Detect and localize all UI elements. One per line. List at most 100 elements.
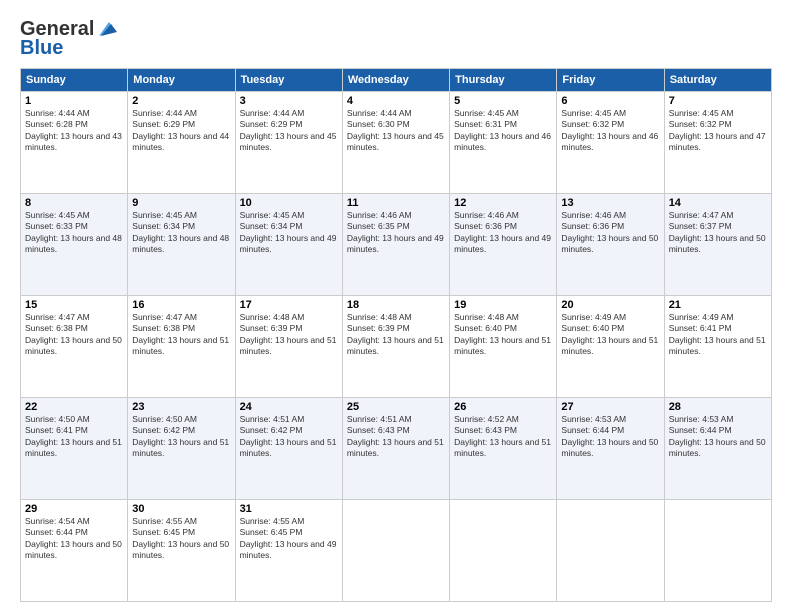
day-info: Sunrise: 4:51 AM Sunset: 6:43 PM Dayligh… bbox=[347, 414, 445, 460]
day-cell: 13 Sunrise: 4:46 AM Sunset: 6:36 PM Dayl… bbox=[557, 194, 664, 296]
day-number: 27 bbox=[561, 401, 659, 413]
day-info: Sunrise: 4:50 AM Sunset: 6:42 PM Dayligh… bbox=[132, 414, 230, 460]
day-info: Sunrise: 4:55 AM Sunset: 6:45 PM Dayligh… bbox=[240, 516, 338, 562]
day-number: 9 bbox=[132, 197, 230, 209]
day-info: Sunrise: 4:48 AM Sunset: 6:39 PM Dayligh… bbox=[347, 312, 445, 358]
day-info: Sunrise: 4:53 AM Sunset: 6:44 PM Dayligh… bbox=[669, 414, 767, 460]
day-number: 23 bbox=[132, 401, 230, 413]
day-cell: 31 Sunrise: 4:55 AM Sunset: 6:45 PM Dayl… bbox=[235, 500, 342, 602]
day-cell: 24 Sunrise: 4:51 AM Sunset: 6:42 PM Dayl… bbox=[235, 398, 342, 500]
day-number: 20 bbox=[561, 299, 659, 311]
day-cell: 27 Sunrise: 4:53 AM Sunset: 6:44 PM Dayl… bbox=[557, 398, 664, 500]
col-header-friday: Friday bbox=[557, 69, 664, 92]
logo-arrow-icon bbox=[95, 20, 117, 38]
day-number: 31 bbox=[240, 503, 338, 515]
day-cell bbox=[557, 500, 664, 602]
day-info: Sunrise: 4:46 AM Sunset: 6:36 PM Dayligh… bbox=[561, 210, 659, 256]
day-cell: 3 Sunrise: 4:44 AM Sunset: 6:29 PM Dayli… bbox=[235, 92, 342, 194]
day-cell: 6 Sunrise: 4:45 AM Sunset: 6:32 PM Dayli… bbox=[557, 92, 664, 194]
week-row-4: 22 Sunrise: 4:50 AM Sunset: 6:41 PM Dayl… bbox=[21, 398, 772, 500]
day-number: 12 bbox=[454, 197, 552, 209]
day-info: Sunrise: 4:49 AM Sunset: 6:40 PM Dayligh… bbox=[561, 312, 659, 358]
col-header-tuesday: Tuesday bbox=[235, 69, 342, 92]
day-number: 22 bbox=[25, 401, 123, 413]
day-info: Sunrise: 4:44 AM Sunset: 6:28 PM Dayligh… bbox=[25, 108, 123, 154]
day-info: Sunrise: 4:45 AM Sunset: 6:31 PM Dayligh… bbox=[454, 108, 552, 154]
day-info: Sunrise: 4:45 AM Sunset: 6:32 PM Dayligh… bbox=[669, 108, 767, 154]
calendar: SundayMondayTuesdayWednesdayThursdayFrid… bbox=[20, 68, 772, 602]
day-info: Sunrise: 4:49 AM Sunset: 6:41 PM Dayligh… bbox=[669, 312, 767, 358]
day-number: 11 bbox=[347, 197, 445, 209]
day-cell bbox=[664, 500, 771, 602]
day-cell: 26 Sunrise: 4:52 AM Sunset: 6:43 PM Dayl… bbox=[450, 398, 557, 500]
col-header-saturday: Saturday bbox=[664, 69, 771, 92]
day-cell: 14 Sunrise: 4:47 AM Sunset: 6:37 PM Dayl… bbox=[664, 194, 771, 296]
day-info: Sunrise: 4:50 AM Sunset: 6:41 PM Dayligh… bbox=[25, 414, 123, 460]
day-number: 28 bbox=[669, 401, 767, 413]
day-cell: 28 Sunrise: 4:53 AM Sunset: 6:44 PM Dayl… bbox=[664, 398, 771, 500]
week-row-1: 1 Sunrise: 4:44 AM Sunset: 6:28 PM Dayli… bbox=[21, 92, 772, 194]
day-info: Sunrise: 4:48 AM Sunset: 6:40 PM Dayligh… bbox=[454, 312, 552, 358]
day-info: Sunrise: 4:45 AM Sunset: 6:34 PM Dayligh… bbox=[240, 210, 338, 256]
day-cell bbox=[450, 500, 557, 602]
day-cell: 7 Sunrise: 4:45 AM Sunset: 6:32 PM Dayli… bbox=[664, 92, 771, 194]
day-cell: 8 Sunrise: 4:45 AM Sunset: 6:33 PM Dayli… bbox=[21, 194, 128, 296]
day-number: 21 bbox=[669, 299, 767, 311]
day-info: Sunrise: 4:53 AM Sunset: 6:44 PM Dayligh… bbox=[561, 414, 659, 460]
day-cell: 12 Sunrise: 4:46 AM Sunset: 6:36 PM Dayl… bbox=[450, 194, 557, 296]
day-number: 15 bbox=[25, 299, 123, 311]
day-number: 1 bbox=[25, 95, 123, 107]
day-info: Sunrise: 4:45 AM Sunset: 6:33 PM Dayligh… bbox=[25, 210, 123, 256]
day-info: Sunrise: 4:44 AM Sunset: 6:30 PM Dayligh… bbox=[347, 108, 445, 154]
day-cell: 10 Sunrise: 4:45 AM Sunset: 6:34 PM Dayl… bbox=[235, 194, 342, 296]
col-header-monday: Monday bbox=[128, 69, 235, 92]
day-info: Sunrise: 4:51 AM Sunset: 6:42 PM Dayligh… bbox=[240, 414, 338, 460]
day-cell: 21 Sunrise: 4:49 AM Sunset: 6:41 PM Dayl… bbox=[664, 296, 771, 398]
day-info: Sunrise: 4:52 AM Sunset: 6:43 PM Dayligh… bbox=[454, 414, 552, 460]
day-number: 17 bbox=[240, 299, 338, 311]
day-info: Sunrise: 4:54 AM Sunset: 6:44 PM Dayligh… bbox=[25, 516, 123, 562]
day-number: 19 bbox=[454, 299, 552, 311]
day-cell: 19 Sunrise: 4:48 AM Sunset: 6:40 PM Dayl… bbox=[450, 296, 557, 398]
day-cell: 9 Sunrise: 4:45 AM Sunset: 6:34 PM Dayli… bbox=[128, 194, 235, 296]
day-info: Sunrise: 4:46 AM Sunset: 6:35 PM Dayligh… bbox=[347, 210, 445, 256]
day-number: 29 bbox=[25, 503, 123, 515]
day-cell: 17 Sunrise: 4:48 AM Sunset: 6:39 PM Dayl… bbox=[235, 296, 342, 398]
day-number: 14 bbox=[669, 197, 767, 209]
week-row-2: 8 Sunrise: 4:45 AM Sunset: 6:33 PM Dayli… bbox=[21, 194, 772, 296]
day-number: 2 bbox=[132, 95, 230, 107]
week-row-5: 29 Sunrise: 4:54 AM Sunset: 6:44 PM Dayl… bbox=[21, 500, 772, 602]
day-cell: 22 Sunrise: 4:50 AM Sunset: 6:41 PM Dayl… bbox=[21, 398, 128, 500]
day-number: 18 bbox=[347, 299, 445, 311]
day-info: Sunrise: 4:45 AM Sunset: 6:34 PM Dayligh… bbox=[132, 210, 230, 256]
day-cell: 23 Sunrise: 4:50 AM Sunset: 6:42 PM Dayl… bbox=[128, 398, 235, 500]
day-number: 26 bbox=[454, 401, 552, 413]
page: General Blue SundayMondayTuesdayWednesda… bbox=[0, 0, 792, 612]
day-cell: 18 Sunrise: 4:48 AM Sunset: 6:39 PM Dayl… bbox=[342, 296, 449, 398]
day-cell: 5 Sunrise: 4:45 AM Sunset: 6:31 PM Dayli… bbox=[450, 92, 557, 194]
col-header-thursday: Thursday bbox=[450, 69, 557, 92]
day-number: 13 bbox=[561, 197, 659, 209]
logo: General Blue bbox=[20, 18, 117, 60]
day-number: 6 bbox=[561, 95, 659, 107]
day-cell: 15 Sunrise: 4:47 AM Sunset: 6:38 PM Dayl… bbox=[21, 296, 128, 398]
day-info: Sunrise: 4:44 AM Sunset: 6:29 PM Dayligh… bbox=[132, 108, 230, 154]
day-info: Sunrise: 4:48 AM Sunset: 6:39 PM Dayligh… bbox=[240, 312, 338, 358]
day-info: Sunrise: 4:47 AM Sunset: 6:38 PM Dayligh… bbox=[132, 312, 230, 358]
day-cell: 4 Sunrise: 4:44 AM Sunset: 6:30 PM Dayli… bbox=[342, 92, 449, 194]
day-info: Sunrise: 4:44 AM Sunset: 6:29 PM Dayligh… bbox=[240, 108, 338, 154]
col-header-wednesday: Wednesday bbox=[342, 69, 449, 92]
day-number: 8 bbox=[25, 197, 123, 209]
day-info: Sunrise: 4:45 AM Sunset: 6:32 PM Dayligh… bbox=[561, 108, 659, 154]
day-number: 25 bbox=[347, 401, 445, 413]
day-info: Sunrise: 4:55 AM Sunset: 6:45 PM Dayligh… bbox=[132, 516, 230, 562]
day-number: 3 bbox=[240, 95, 338, 107]
day-cell: 30 Sunrise: 4:55 AM Sunset: 6:45 PM Dayl… bbox=[128, 500, 235, 602]
header: General Blue bbox=[20, 18, 772, 60]
col-header-sunday: Sunday bbox=[21, 69, 128, 92]
day-number: 30 bbox=[132, 503, 230, 515]
day-number: 24 bbox=[240, 401, 338, 413]
day-cell bbox=[342, 500, 449, 602]
day-cell: 20 Sunrise: 4:49 AM Sunset: 6:40 PM Dayl… bbox=[557, 296, 664, 398]
day-number: 4 bbox=[347, 95, 445, 107]
